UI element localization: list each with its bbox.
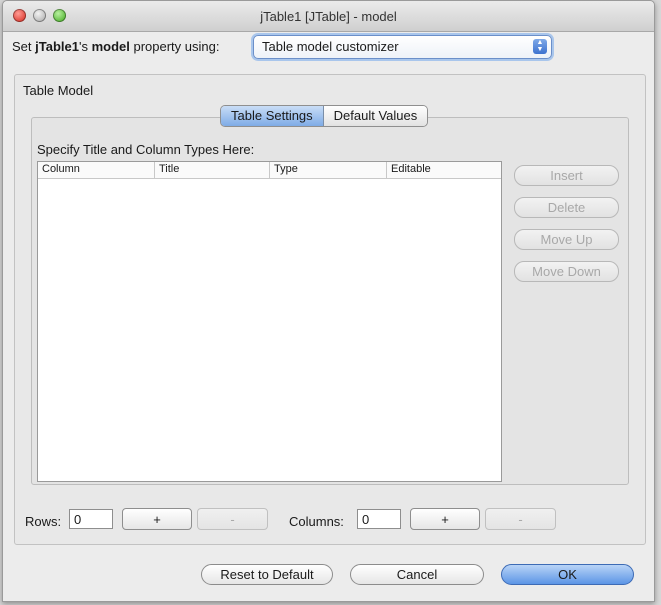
- window-title: jTable1 [JTable] - model: [260, 9, 397, 24]
- title-bar: jTable1 [JTable] - model: [3, 1, 654, 32]
- select-arrows-icon: ▲ ▼: [533, 39, 547, 54]
- move-down-button[interactable]: Move Down: [514, 261, 619, 282]
- possessive: 's: [78, 39, 92, 54]
- ok-button[interactable]: OK: [501, 564, 634, 585]
- table-model-group: Table Model Table Settings Default Value…: [14, 74, 646, 545]
- column-header-type[interactable]: Type: [270, 162, 387, 178]
- column-types-table[interactable]: Column Title Type Editable: [37, 161, 502, 482]
- rows-input[interactable]: 0: [69, 509, 113, 529]
- columns-increment-button[interactable]: +: [410, 508, 480, 530]
- set-suffix: property using:: [129, 39, 220, 54]
- set-prefix: Set: [12, 39, 36, 54]
- property-name: model: [91, 39, 130, 54]
- model-customizer-select[interactable]: Table model customizer ▲ ▼: [253, 35, 552, 59]
- columns-label: Columns:: [289, 514, 344, 529]
- tab-default-values[interactable]: Default Values: [323, 106, 428, 126]
- component-name: jTable1: [35, 39, 79, 54]
- reset-to-default-button[interactable]: Reset to Default: [201, 564, 333, 585]
- customizer-window: jTable1 [JTable] - model Set jTable1's m…: [2, 0, 655, 602]
- table-header: Column Title Type Editable: [38, 162, 501, 179]
- columns-input[interactable]: 0: [357, 509, 401, 529]
- rows-decrement-button[interactable]: -: [197, 508, 268, 530]
- rows-label: Rows:: [25, 514, 62, 529]
- table-settings-panel: Specify Title and Column Types Here: Col…: [31, 117, 629, 485]
- delete-button[interactable]: Delete: [514, 197, 619, 218]
- rows-increment-button[interactable]: +: [122, 508, 192, 530]
- insert-button[interactable]: Insert: [514, 165, 619, 186]
- column-header-column[interactable]: Column: [38, 162, 155, 178]
- tab-table-settings[interactable]: Table Settings: [221, 106, 324, 126]
- tab-bar: Table Settings Default Values: [220, 105, 429, 127]
- instruction-text: Specify Title and Column Types Here:: [37, 142, 255, 157]
- columns-decrement-button[interactable]: -: [485, 508, 556, 530]
- column-header-title[interactable]: Title: [155, 162, 270, 178]
- select-value: Table model customizer: [262, 39, 399, 54]
- group-label: Table Model: [23, 83, 94, 98]
- move-up-button[interactable]: Move Up: [514, 229, 619, 250]
- cancel-button[interactable]: Cancel: [350, 564, 484, 585]
- column-header-editable[interactable]: Editable: [387, 162, 501, 178]
- property-setter-label: Set jTable1's model property using:: [12, 39, 219, 54]
